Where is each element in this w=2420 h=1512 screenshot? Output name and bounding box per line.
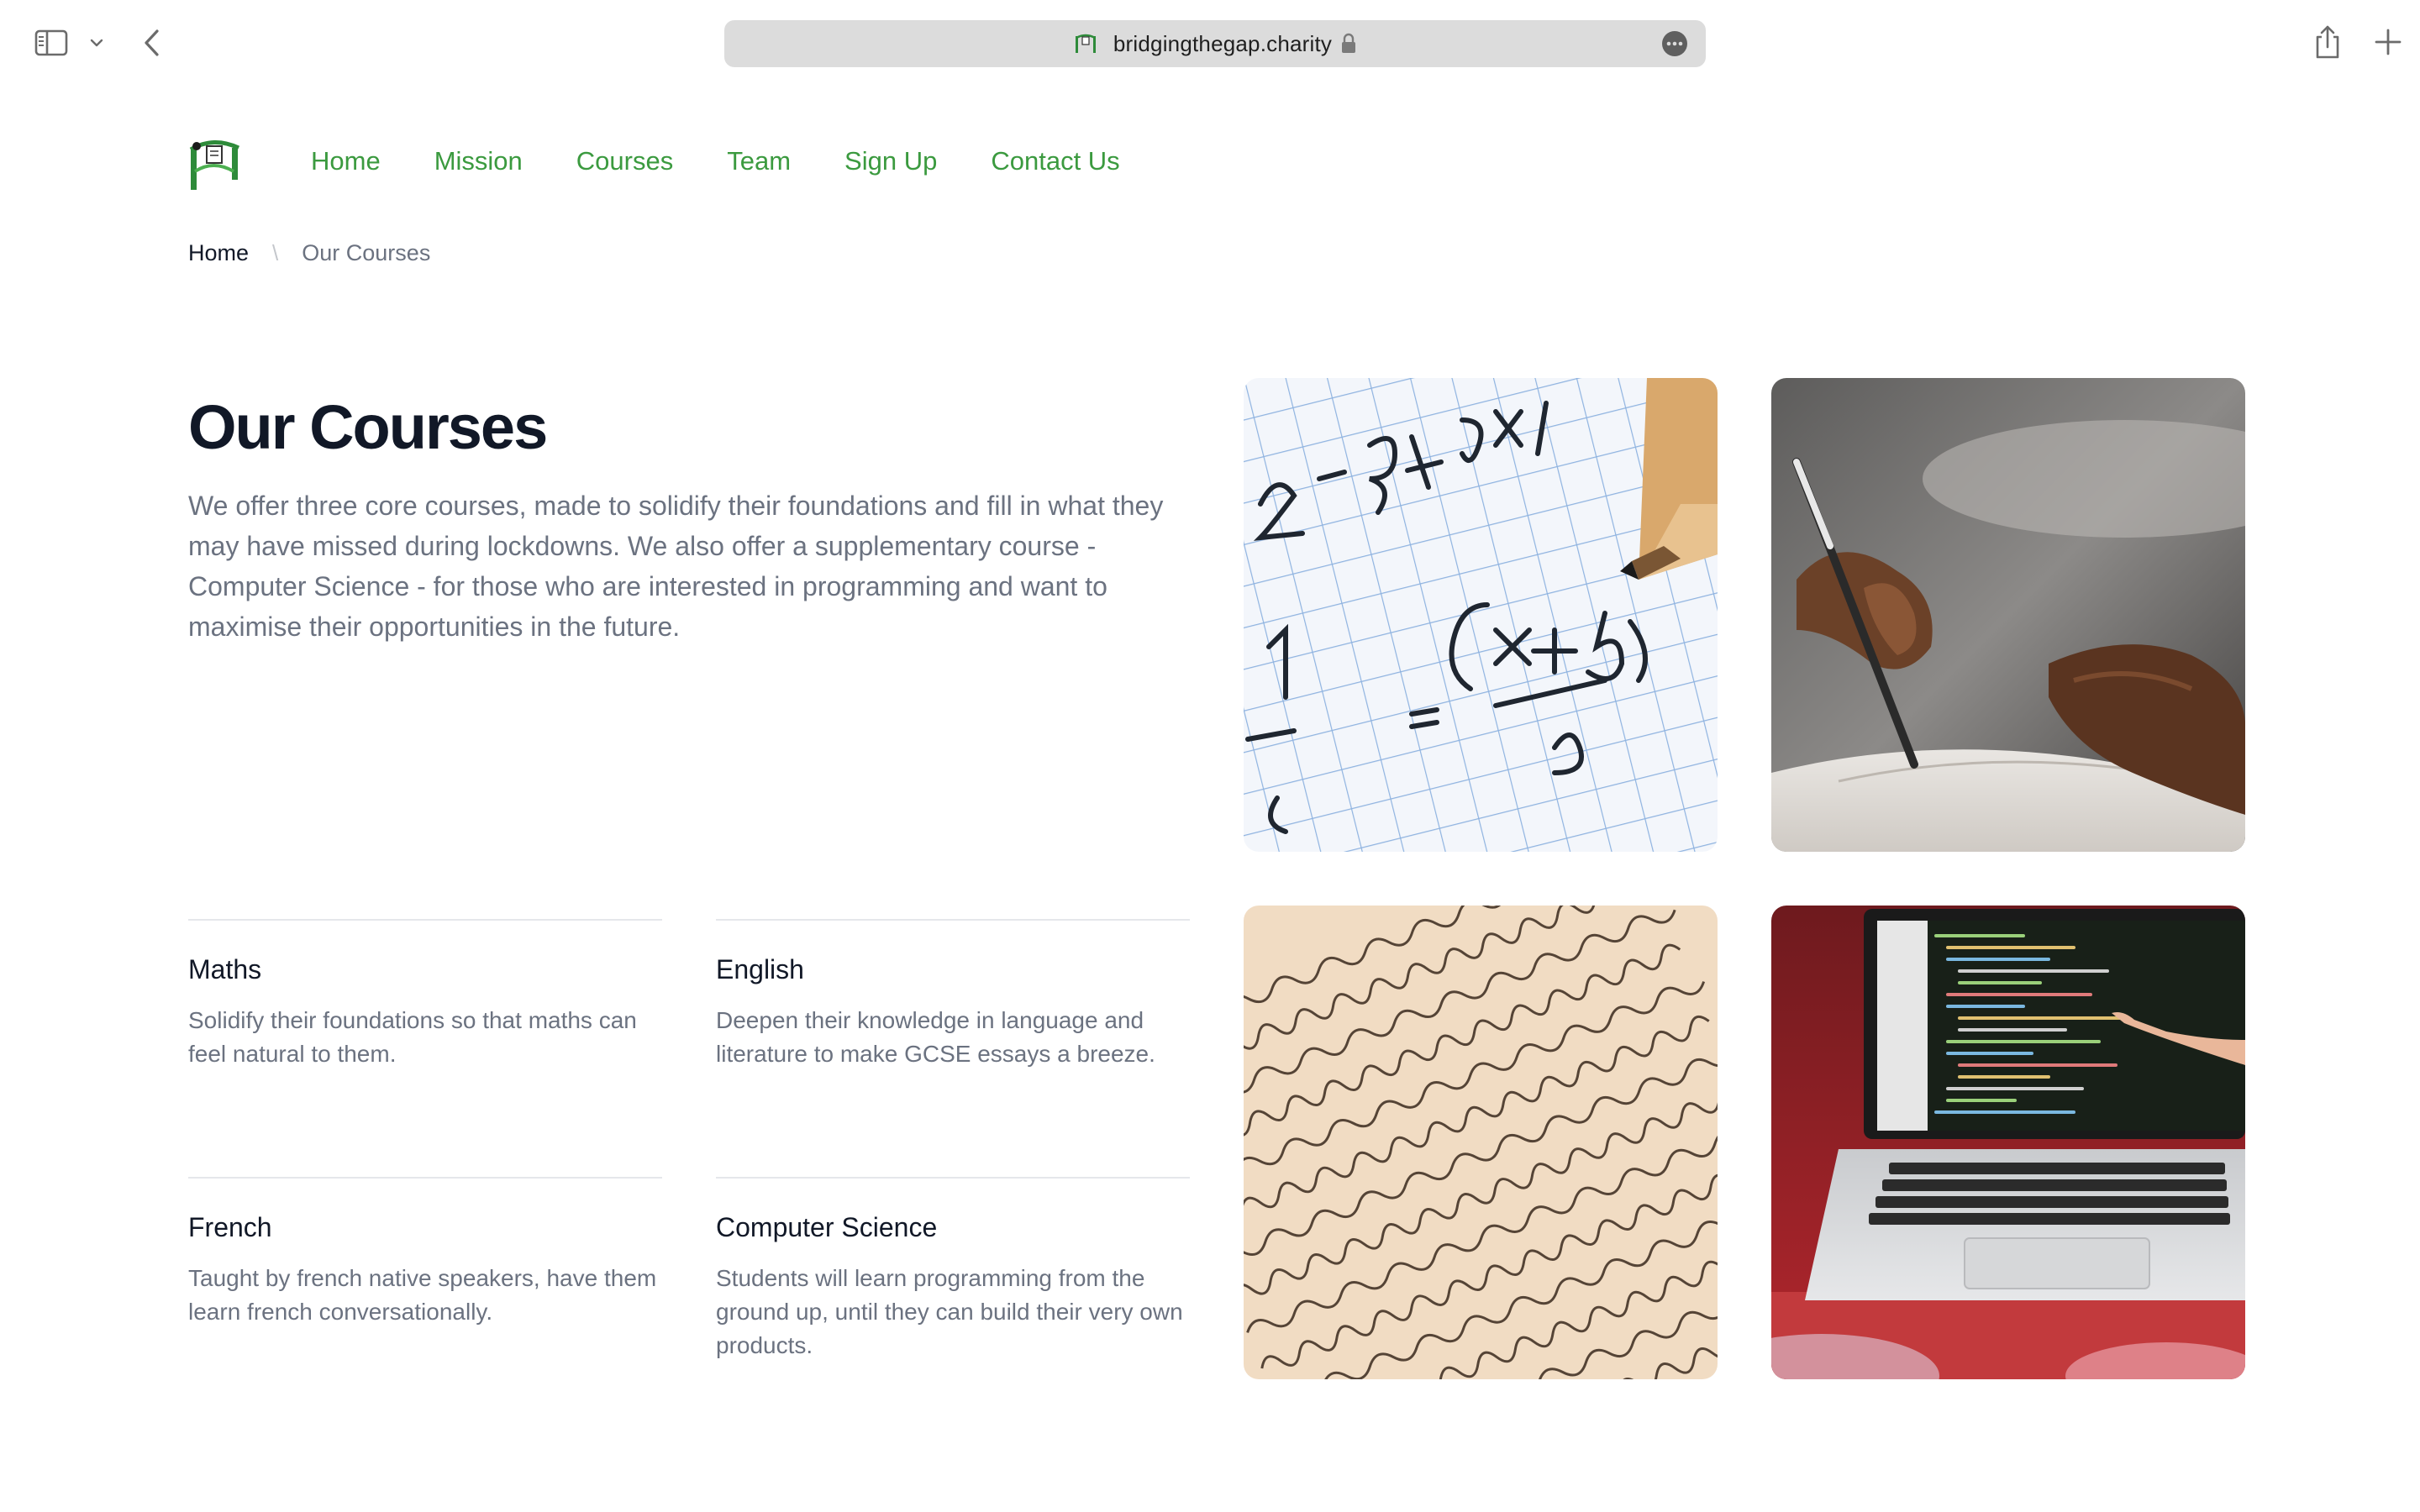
plus-icon[interactable]: [2370, 24, 2407, 60]
url-text: bridgingthegap.charity: [1113, 30, 1333, 56]
course-title: French: [188, 1212, 272, 1242]
site-logo[interactable]: [188, 138, 242, 192]
breadcrumb-current: Our Courses: [302, 240, 431, 265]
back-arrow-icon[interactable]: [134, 25, 170, 60]
nav-team[interactable]: Team: [727, 146, 791, 176]
handwriting-text-photo: [1244, 906, 1718, 1379]
course-title: English: [716, 954, 804, 984]
course-description: Solidify their foundations so that maths…: [188, 1007, 637, 1067]
nav-contact-us[interactable]: Contact Us: [991, 146, 1119, 176]
course-description: Students will learn programming from the…: [716, 1265, 1183, 1358]
page-title: Our Courses: [188, 392, 548, 462]
address-bar[interactable]: bridgingthegap.charity: [724, 20, 1706, 67]
browser-toolbar: bridgingthegap.charity: [0, 0, 2420, 87]
more-icon[interactable]: [1662, 31, 1687, 56]
lock-icon: [1342, 33, 1356, 53]
main-nav: Home Mission Courses Team Sign Up Contac…: [311, 146, 1174, 176]
course-description: Taught by french native speakers, have t…: [188, 1265, 657, 1325]
nav-mission[interactable]: Mission: [434, 146, 523, 176]
maths-photo: [1244, 378, 1718, 852]
course-description: Deepen their knowledge in language and l…: [716, 1007, 1155, 1067]
course-card-french: French Taught by french native speakers,…: [188, 1177, 662, 1329]
breadcrumb-home[interactable]: Home: [188, 240, 249, 266]
sidebar-icon[interactable]: [34, 25, 69, 60]
laptop-code-photo: [1771, 906, 2245, 1379]
share-icon[interactable]: [2309, 22, 2346, 62]
page-intro: We offer three core courses, made to sol…: [188, 491, 1164, 642]
nav-courses[interactable]: Courses: [576, 146, 673, 176]
breadcrumb-separator: \: [272, 240, 279, 265]
writing-hand-photo: [1771, 378, 2245, 852]
course-card-computer-science: Computer Science Students will learn pro…: [716, 1177, 1190, 1362]
course-title: Maths: [188, 954, 262, 984]
course-card-maths: Maths Solidify their foundations so that…: [188, 919, 662, 1071]
chevron-down-icon[interactable]: [84, 30, 109, 55]
breadcrumb: Home \ Our Courses: [188, 240, 430, 266]
course-title: Computer Science: [716, 1212, 938, 1242]
nav-sign-up[interactable]: Sign Up: [844, 146, 937, 176]
site-favicon-icon: [1075, 34, 1096, 53]
nav-home[interactable]: Home: [311, 146, 381, 176]
course-card-english: English Deepen their knowledge in langua…: [716, 919, 1190, 1071]
